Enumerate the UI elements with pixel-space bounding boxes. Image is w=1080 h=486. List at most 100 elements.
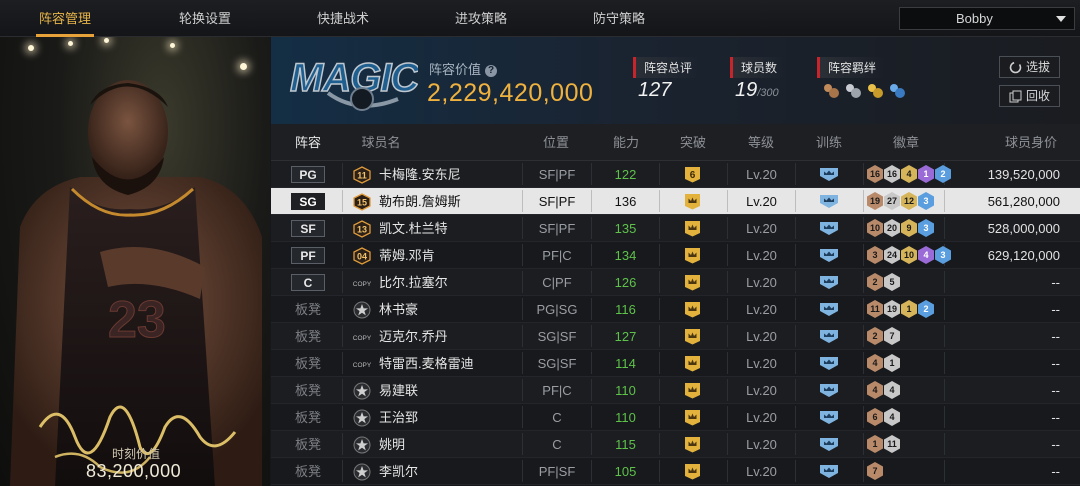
table-row[interactable]: 板凳 林书豪 PG|SG 116 Lv.20 11 19 1 2 -- [271, 296, 1080, 323]
player-salary: 139,520,000 [987, 167, 1060, 182]
badge-bronze-count: 2 [867, 273, 883, 291]
col-position[interactable]: 位置 [526, 124, 586, 161]
column-divider [795, 406, 796, 428]
player-name[interactable]: 勒布朗.詹姆斯 [379, 188, 461, 215]
player-name[interactable]: 林书豪 [379, 296, 418, 323]
col-breakthrough[interactable]: 突破 [663, 124, 723, 161]
star-icon [353, 301, 371, 319]
badge-silver-count: 19 [884, 300, 900, 318]
col-salary[interactable]: 球员身价 [991, 124, 1071, 161]
copy-icon [1009, 90, 1022, 103]
training-icon[interactable] [819, 248, 839, 263]
column-divider [944, 325, 945, 347]
team-rating-label: 阵容总评 [633, 57, 701, 78]
col-player-name[interactable]: 球员名 [351, 124, 411, 161]
player-name[interactable]: 蒂姆.邓肯 [379, 242, 435, 269]
player-name[interactable]: 比尔.拉塞尔 [379, 269, 448, 296]
training-icon[interactable] [819, 437, 839, 452]
col-lineup[interactable]: 阵容 [287, 124, 329, 161]
tab-rotation[interactable]: 轮换设置 [176, 0, 234, 37]
player-ability: 110 [615, 410, 636, 425]
player-salary: -- [1051, 410, 1060, 425]
column-divider [863, 325, 864, 347]
bond-gold-icon[interactable] [866, 82, 884, 100]
player-name[interactable]: 卡梅隆.安东尼 [379, 161, 461, 188]
svg-text:COPY: COPY [353, 335, 371, 342]
table-row[interactable]: SF 13 凯文.杜兰特 SF|PF 135 Lv.20 10 20 9 3 528,000,000 [271, 215, 1080, 242]
jersey-number-icon: 15 [353, 193, 371, 211]
training-icon[interactable] [819, 356, 839, 371]
col-badges[interactable]: 徽章 [871, 124, 941, 161]
crown-icon [685, 194, 700, 210]
player-name[interactable]: 易建联 [379, 377, 418, 404]
training-icon[interactable] [819, 329, 839, 344]
training-icon[interactable] [819, 410, 839, 425]
badge-blue-count: 2 [935, 165, 951, 183]
table-header: 阵容 球员名 位置 能力 突破 等级 训练 徽章 球员身价 [271, 124, 1080, 161]
player-position: PF|C [542, 383, 572, 398]
badge-silver-count: 24 [884, 246, 900, 264]
player-name[interactable]: 王治郅 [379, 404, 418, 431]
column-divider [863, 379, 864, 401]
table-row[interactable]: C COPY 比尔.拉塞尔 C|PF 126 Lv.20 2 5 -- [271, 269, 1080, 296]
player-ability: 114 [615, 356, 636, 371]
training-icon[interactable] [819, 464, 839, 479]
table-row[interactable]: 板凳 王治郅 C 110 Lv.20 6 4 -- [271, 404, 1080, 431]
tab-quick-tactics[interactable]: 快捷战术 [314, 0, 372, 37]
select-button[interactable]: 选拔 [999, 56, 1060, 78]
badge-gold-count: 1 [901, 300, 917, 318]
table-row[interactable]: 板凳 COPY 迈克尔.乔丹 SG|SF 127 Lv.20 2 7 -- [271, 323, 1080, 350]
tab-lineup[interactable]: 阵容管理 [36, 0, 94, 37]
column-divider [659, 460, 660, 482]
team-value-label-text: 阵容价值 [429, 62, 482, 77]
player-name[interactable]: 姚明 [379, 431, 405, 458]
table-row[interactable]: 板凳 姚明 C 115 Lv.20 1 11 -- [271, 431, 1080, 458]
column-divider [795, 271, 796, 293]
column-divider [863, 244, 864, 266]
position-slot-tag: PF [291, 247, 325, 264]
tab-defense[interactable]: 防守策略 [590, 0, 648, 37]
col-ability[interactable]: 能力 [596, 124, 656, 161]
table-row[interactable]: 板凳 易建联 PF|C 110 Lv.20 4 4 -- [271, 377, 1080, 404]
player-level: Lv.20 [746, 383, 777, 398]
star-icon [353, 382, 371, 400]
table-row[interactable]: SG 15 勒布朗.詹姆斯 SF|PF 136 Lv.20 19 27 12 3 561,280,0… [271, 188, 1080, 215]
col-training[interactable]: 训练 [799, 124, 859, 161]
table-row[interactable]: PG 11 卡梅隆.安东尼 SF|PF 122 6 Lv.20 16 16 4 1 2 139,520,… [271, 161, 1080, 188]
roster-table: PG 11 卡梅隆.安东尼 SF|PF 122 6 Lv.20 16 16 4 1 2 139,520,… [271, 161, 1080, 486]
col-level[interactable]: 等级 [731, 124, 791, 161]
player-card[interactable]: 23 时刻价值 83,200,000 [0, 37, 270, 486]
player-name[interactable]: 迈克尔.乔丹 [379, 323, 448, 350]
table-row[interactable]: 板凳 COPY 特雷西.麦格雷迪 SG|SF 114 Lv.20 4 1 -- [271, 350, 1080, 377]
tab-offense[interactable]: 进攻策略 [452, 0, 510, 37]
player-name[interactable]: 凯文.杜兰特 [379, 215, 448, 242]
bond-bronze-icon[interactable] [822, 82, 840, 100]
player-ability: 136 [614, 194, 637, 209]
player-salary: -- [1051, 329, 1060, 344]
training-icon[interactable] [819, 383, 839, 398]
player-name[interactable]: 特雷西.麦格雷迪 [379, 350, 474, 377]
bench-slot-label: 板凳 [294, 410, 321, 425]
bench-slot-label: 板凳 [294, 329, 321, 344]
column-divider [795, 217, 796, 239]
team-bond-label: 阵容羁绊 [817, 57, 885, 78]
training-icon[interactable] [819, 275, 839, 290]
training-icon[interactable] [819, 194, 839, 209]
table-row[interactable]: PF 04 蒂姆.邓肯 PF|C 134 Lv.20 3 24 10 4 3 629,120,000 [271, 242, 1080, 269]
bond-icons[interactable] [822, 82, 906, 100]
player-portrait: 23 [10, 80, 262, 486]
crown-icon [685, 383, 700, 399]
training-icon[interactable] [819, 302, 839, 317]
player-name[interactable]: 李凯尔 [379, 458, 418, 485]
bond-silver-icon[interactable] [844, 82, 862, 100]
training-icon[interactable] [819, 221, 839, 236]
table-row[interactable]: 板凳 李凯尔 PF|SF 105 Lv.20 7 -- [271, 458, 1080, 485]
bond-blue-icon[interactable] [888, 82, 906, 100]
svg-text:6: 6 [690, 170, 696, 181]
badge-silver-count: 1 [884, 354, 900, 372]
help-icon[interactable]: ? [485, 65, 498, 77]
recycle-button[interactable]: 回收 [999, 85, 1060, 107]
training-icon[interactable] [819, 167, 839, 182]
column-divider [342, 460, 343, 482]
user-dropdown[interactable]: Bobby [899, 7, 1075, 30]
